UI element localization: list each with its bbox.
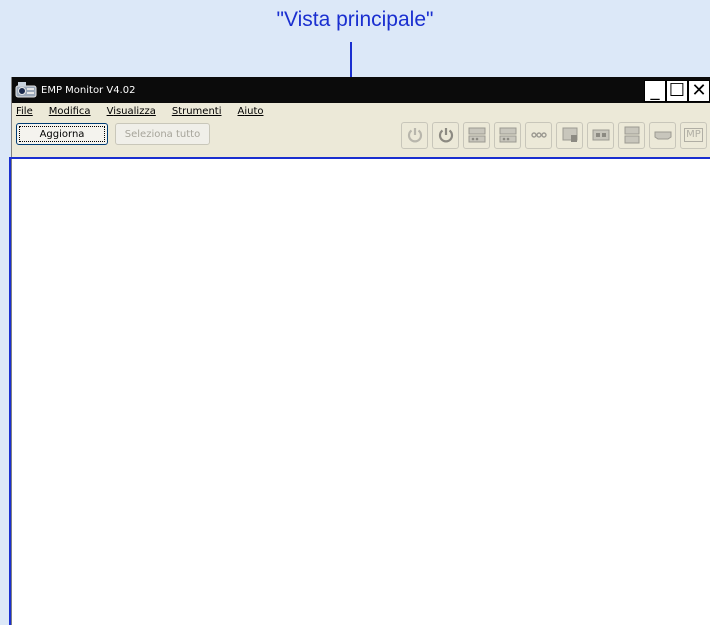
callout-line-left (9, 157, 11, 625)
menu-strumenti[interactable]: Strumenti (172, 106, 222, 117)
component-icon[interactable] (587, 121, 614, 149)
maximize-button[interactable]: ☐ (666, 80, 688, 102)
callout-line-horizontal (9, 157, 710, 159)
input-source-1-icon[interactable] (463, 121, 490, 149)
select-all-button[interactable]: Seleziona tutto (115, 123, 210, 145)
close-button[interactable]: ✕ (688, 80, 710, 102)
video-icon[interactable] (525, 121, 552, 149)
computer-icon[interactable] (618, 121, 645, 149)
menu-aiuto[interactable]: Aiuto (238, 106, 264, 117)
minimize-button[interactable]: _ (644, 80, 666, 102)
toolbar-icon-group: MP (401, 120, 710, 150)
menu-modifica[interactable]: Modifica (49, 106, 91, 117)
hdmi-icon[interactable] (649, 121, 676, 149)
toolbar: Aggiorna Seleziona tutto MP (12, 120, 710, 153)
window-title: EMP Monitor V4.02 (41, 84, 136, 96)
projector-app-icon (15, 80, 37, 100)
menu-bar: File Modifica Visualizza Strumenti Aiuto (12, 103, 710, 120)
emp-monitor-window: EMP Monitor V4.02 _ ☐ ✕ File Modifica Vi… (11, 77, 710, 625)
refresh-button[interactable]: Aggiorna (16, 123, 108, 145)
window-controls: _ ☐ ✕ (644, 80, 710, 102)
menu-visualizza[interactable]: Visualizza (107, 106, 156, 117)
main-view[interactable] (12, 158, 710, 625)
menu-file[interactable]: File (16, 106, 33, 117)
mp-icon[interactable]: MP (680, 121, 707, 149)
title-bar[interactable]: EMP Monitor V4.02 _ ☐ ✕ (12, 77, 710, 103)
mp-label: MP (684, 128, 703, 142)
power-on-icon[interactable] (432, 121, 459, 149)
input-source-2-icon[interactable] (494, 121, 521, 149)
power-off-disabled-icon[interactable] (401, 121, 428, 149)
s-video-icon[interactable] (556, 121, 583, 149)
callout-label: "Vista principale" (276, 8, 434, 31)
